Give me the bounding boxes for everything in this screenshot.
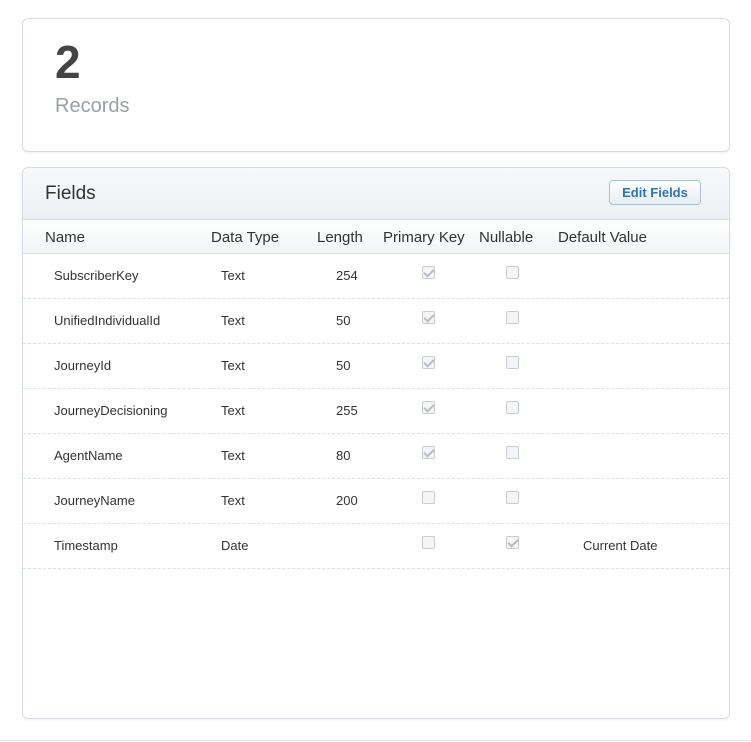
- field-length-cell: 80: [336, 448, 351, 463]
- field-length-cell: 254: [336, 268, 358, 283]
- table-row: JourneyName Text 200: [23, 479, 729, 524]
- column-header-nullable[interactable]: Nullable: [479, 229, 533, 246]
- table-row: JourneyDecisioning Text 255: [23, 389, 729, 434]
- records-label: Records: [55, 95, 130, 117]
- column-header-primary-key[interactable]: Primary Key: [383, 229, 465, 246]
- field-length-cell: 50: [336, 358, 351, 373]
- field-name-cell: JourneyName: [54, 493, 135, 508]
- field-data-type-cell: Text: [221, 313, 245, 328]
- column-header-default-value[interactable]: Default Value: [558, 229, 647, 246]
- nullable-checkbox: [506, 536, 519, 549]
- nullable-checkbox: [506, 401, 519, 414]
- nullable-checkbox: [506, 266, 519, 279]
- fields-panel: Fields Edit Fields Name Data Type Length…: [22, 167, 730, 719]
- field-data-type-cell: Text: [221, 448, 245, 463]
- fields-panel-title: Fields: [45, 183, 96, 204]
- field-name-cell: JourneyId: [54, 358, 112, 373]
- column-header-length[interactable]: Length: [317, 229, 363, 246]
- field-data-type-cell: Text: [221, 493, 245, 508]
- records-count: 2: [55, 36, 81, 88]
- field-name-cell: UnifiedIndividualId: [54, 313, 161, 328]
- field-data-type-cell: Text: [221, 268, 245, 283]
- field-name-cell: JourneyDecisioning: [54, 403, 168, 418]
- field-default-value-cell: Current Date: [583, 538, 658, 553]
- primary-key-checkbox: [422, 356, 435, 369]
- nullable-checkbox: [506, 356, 519, 369]
- field-data-type-cell: Text: [221, 358, 245, 373]
- nullable-checkbox: [506, 491, 519, 504]
- field-name-cell: SubscriberKey: [54, 268, 139, 283]
- table-row: JourneyId Text 50: [23, 344, 729, 389]
- edit-fields-button[interactable]: Edit Fields: [609, 180, 701, 205]
- column-header-name[interactable]: Name: [45, 229, 85, 246]
- primary-key-checkbox: [422, 491, 435, 504]
- field-name-cell: AgentName: [54, 448, 123, 463]
- primary-key-checkbox: [422, 536, 435, 549]
- field-name-cell: Timestamp: [54, 538, 118, 553]
- primary-key-checkbox: [422, 266, 435, 279]
- primary-key-checkbox: [422, 446, 435, 459]
- field-length-cell: 255: [336, 403, 358, 418]
- primary-key-checkbox: [422, 311, 435, 324]
- field-data-type-cell: Date: [221, 538, 249, 553]
- fields-table-header: Name Data Type Length Primary Key Nullab…: [23, 220, 729, 254]
- table-row: UnifiedIndividualId Text 50: [23, 299, 729, 344]
- nullable-checkbox: [506, 311, 519, 324]
- primary-key-checkbox: [422, 401, 435, 414]
- field-length-cell: 50: [336, 313, 351, 328]
- divider: [0, 740, 751, 741]
- table-row: SubscriberKey Text 254: [23, 254, 729, 299]
- fields-panel-header: Fields Edit Fields: [23, 168, 729, 220]
- nullable-checkbox: [506, 446, 519, 459]
- records-summary-card: 2 Records: [22, 18, 730, 152]
- fields-table-body: SubscriberKey Text 254 UnifiedIndividualId T…: [23, 254, 729, 569]
- field-data-type-cell: Text: [221, 403, 245, 418]
- table-row: AgentName Text 80: [23, 434, 729, 479]
- field-length-cell: 200: [336, 493, 358, 508]
- column-header-data-type[interactable]: Data Type: [211, 229, 279, 246]
- table-row: Timestamp Date Current Date: [23, 524, 729, 569]
